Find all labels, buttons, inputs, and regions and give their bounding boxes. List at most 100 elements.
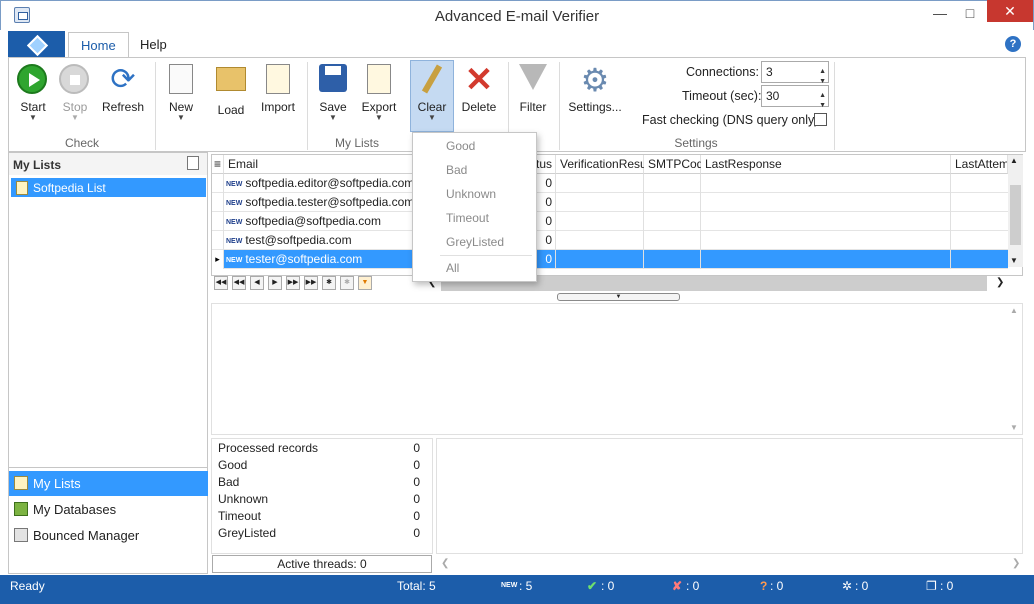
new-button[interactable]: New ▼ [162, 62, 200, 132]
maximize-button[interactable]: □ [956, 2, 984, 24]
splitter[interactable] [9, 467, 208, 468]
window-title: Advanced E-mail Verifier [434, 8, 600, 25]
table-row[interactable]: NEW softpedia.editor@softpedia.com 0 [212, 174, 1008, 193]
list-item[interactable]: Softpedia List [11, 178, 206, 197]
status-timeout-count: : 0 [855, 579, 869, 593]
refresh-button[interactable]: ⟳ Refresh [100, 62, 146, 132]
close-button[interactable]: ✕ [987, 0, 1033, 22]
broom-icon [416, 64, 448, 96]
scroll-left-icon[interactable]: ❮ [441, 558, 449, 569]
file-menu-button[interactable] [8, 31, 65, 57]
new-list-icon[interactable] [187, 156, 199, 170]
table-row[interactable]: NEW softpedia@softpedia.com 0 [212, 212, 1008, 231]
row-pointer-icon: ▸ [212, 250, 224, 269]
stop-button[interactable]: Stop ▼ [56, 62, 94, 132]
insert-record-icon[interactable]: ✱ [322, 276, 336, 290]
tab-home[interactable]: Home [68, 32, 129, 58]
bad-x-icon: ✘ [672, 579, 683, 593]
play-icon [17, 64, 49, 96]
chevron-down-icon: ▼ [29, 113, 37, 122]
import-icon [262, 64, 294, 96]
panel-header: My Lists [9, 153, 207, 175]
nav-my-databases[interactable]: My Databases [9, 497, 208, 522]
load-button[interactable]: Load [212, 62, 250, 132]
refresh-icon: ⟳ [110, 63, 136, 96]
status-new-count: : 5 [519, 579, 533, 593]
status-bar [0, 575, 1034, 604]
chevron-down-icon: ▼ [177, 113, 185, 122]
scroll-down-icon[interactable]: ▼ [1010, 423, 1018, 432]
menu-item-timeout[interactable]: Timeout [446, 211, 489, 225]
next-record-icon[interactable]: ▶ [268, 276, 282, 290]
scroll-down-icon[interactable]: ▼ [1010, 256, 1018, 265]
nav-bounced-manager[interactable]: Bounced Manager [9, 523, 208, 548]
prev-page-icon[interactable]: ◀◀ [232, 276, 246, 290]
stat-row: Good 0 [218, 458, 420, 472]
scroll-up-icon[interactable]: ▲ [1010, 306, 1018, 315]
status-good-count: : 0 [601, 579, 615, 593]
stat-row: Processed records 0 [218, 441, 420, 455]
menu-item-greylisted[interactable]: GreyListed [446, 235, 504, 249]
timeout-spinner[interactable]: 30 ▲ ▼ [761, 85, 829, 109]
import-button[interactable]: Import [256, 62, 300, 132]
menu-item-good[interactable]: Good [446, 139, 475, 153]
settings-button[interactable]: ⚙ Settings... [566, 62, 624, 132]
active-threads: Active threads: 0 [212, 555, 432, 573]
nav-my-lists[interactable]: My Lists [9, 471, 208, 496]
menu-item-bad[interactable]: Bad [446, 163, 467, 177]
stat-row: Unknown 0 [218, 492, 420, 506]
vertical-scroll-thumb[interactable] [1010, 185, 1021, 245]
column-header-lastresponse[interactable]: LastResponse [701, 155, 951, 174]
filter-button[interactable]: Filter [514, 62, 552, 132]
column-header-verification[interactable]: VerificationResult [556, 155, 653, 174]
export-button[interactable]: Export ▼ [358, 62, 400, 132]
next-page-icon[interactable]: ▶▶ [286, 276, 300, 290]
column-selector-icon[interactable]: ≡ [212, 155, 224, 174]
prev-record-icon[interactable]: ◀ [250, 276, 264, 290]
clear-button[interactable]: Clear ▼ [410, 62, 454, 132]
table-row[interactable]: NEW softpedia.tester@softpedia.com 0 [212, 193, 1008, 212]
scroll-up-icon[interactable]: ▲ [1010, 156, 1018, 165]
bounced-icon [14, 528, 28, 542]
table-row[interactable]: NEW test@softpedia.com 0 [212, 231, 1008, 250]
table-row-selected[interactable]: ▸ NEW tester@softpedia.com 0 [212, 250, 1008, 269]
timeout-label: Timeout (sec): [682, 89, 762, 103]
fast-checking-checkbox[interactable] [814, 113, 827, 126]
connections-spinner[interactable]: 3 ▲ ▼ [761, 61, 829, 85]
start-button[interactable]: Start ▼ [14, 62, 52, 132]
column-header-smtpcode[interactable]: SMTPCode [644, 155, 710, 174]
delete-button[interactable]: ✕ Delete [458, 62, 500, 132]
status-unknown-count: : 0 [770, 579, 784, 593]
stat-row: GreyListed 0 [218, 526, 420, 540]
last-record-icon[interactable]: ▶▶ [304, 276, 318, 290]
minimize-button[interactable]: — [926, 2, 954, 24]
group-separator [834, 62, 835, 150]
chevron-down-icon: ▼ [71, 113, 79, 122]
menu-item-unknown[interactable]: Unknown [446, 187, 496, 201]
stat-row: Timeout 0 [218, 509, 420, 523]
edit-record-icon[interactable]: ✱ [340, 276, 354, 290]
connections-label: Connections: [686, 65, 759, 79]
first-record-icon[interactable]: ◀◀ [214, 276, 228, 290]
group-label-check: Check [64, 136, 99, 150]
export-icon [363, 64, 395, 96]
timeout-clock-icon: ✲ [842, 579, 853, 593]
help-icon[interactable]: ? [1005, 36, 1021, 52]
status-bad-count: : 0 [686, 579, 700, 593]
menu-item-all[interactable]: All [446, 261, 459, 275]
menu-divider [440, 255, 532, 256]
filter-record-icon[interactable]: ▼ [358, 276, 372, 290]
document-icon [165, 64, 197, 96]
column-header-status[interactable]: tus [536, 155, 556, 174]
splitter-collapse-button[interactable]: ▼ [557, 293, 680, 301]
group-label-mylists: My Lists [334, 136, 379, 150]
column-header-lastattempt[interactable]: LastAttemp [951, 155, 1008, 174]
folder-icon [215, 67, 247, 99]
save-button[interactable]: Save ▼ [314, 62, 352, 132]
fast-checking-label: Fast checking (DNS query only) [642, 113, 819, 127]
scroll-right-icon[interactable]: ❯ [1012, 558, 1020, 569]
new-badge: NEW [226, 238, 243, 245]
tab-help[interactable]: Help [128, 32, 179, 58]
status-total: Total: 5 [397, 579, 436, 593]
scroll-right-icon[interactable]: ❯ [996, 277, 1004, 288]
